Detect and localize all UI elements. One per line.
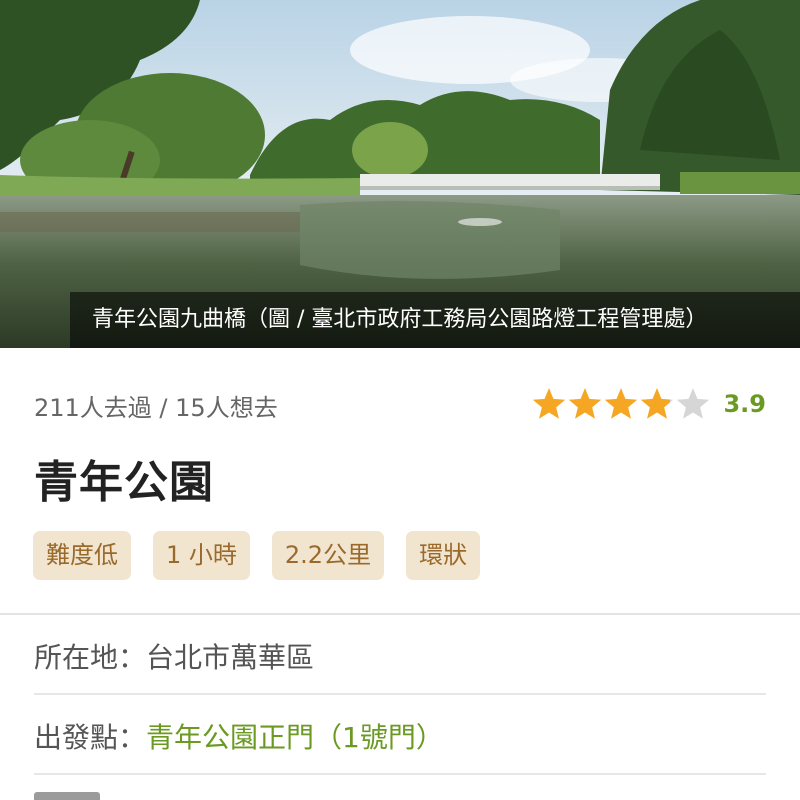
location-row: 所在地：台北市萬華區 — [34, 636, 766, 676]
trail-tags: 難度低 1 小時 2.2公里 環狀 — [33, 531, 481, 580]
next-row-label-cutoff — [34, 792, 104, 800]
star-icon — [641, 388, 674, 419]
start-point-link[interactable]: 青年公園正門（1號門） — [146, 721, 444, 754]
location-value: 台北市萬華區 — [146, 641, 315, 674]
rating-stars — [533, 388, 710, 419]
star-icon — [533, 388, 566, 419]
rating: 3.9 — [531, 386, 766, 422]
section-divider — [0, 613, 800, 615]
start-point-row: 出發點：青年公園正門（1號門） — [34, 716, 766, 756]
location-label: 所在地： — [34, 641, 147, 674]
rating-score: 3.9 — [723, 390, 766, 418]
row-divider — [34, 773, 766, 775]
tag-duration[interactable]: 1 小時 — [153, 531, 250, 580]
row-divider — [34, 693, 766, 695]
star-icon — [569, 388, 602, 419]
tag-route-type[interactable]: 環狀 — [406, 531, 481, 580]
hero-photo: 青年公園九曲橋（圖 / 臺北市政府工務局公園路燈工程管理處） — [0, 0, 800, 348]
star-icon — [677, 388, 710, 419]
tag-difficulty[interactable]: 難度低 — [33, 531, 131, 580]
photo-caption: 青年公園九曲橋（圖 / 臺北市政府工務局公園路燈工程管理處） — [70, 292, 800, 348]
star-icon — [605, 388, 638, 419]
tag-distance[interactable]: 2.2公里 — [271, 531, 385, 580]
trail-title: 青年公園 — [34, 457, 214, 508]
start-point-label: 出發點： — [34, 721, 147, 754]
visit-stats: 211人去過 / 15人想去 — [34, 394, 278, 422]
